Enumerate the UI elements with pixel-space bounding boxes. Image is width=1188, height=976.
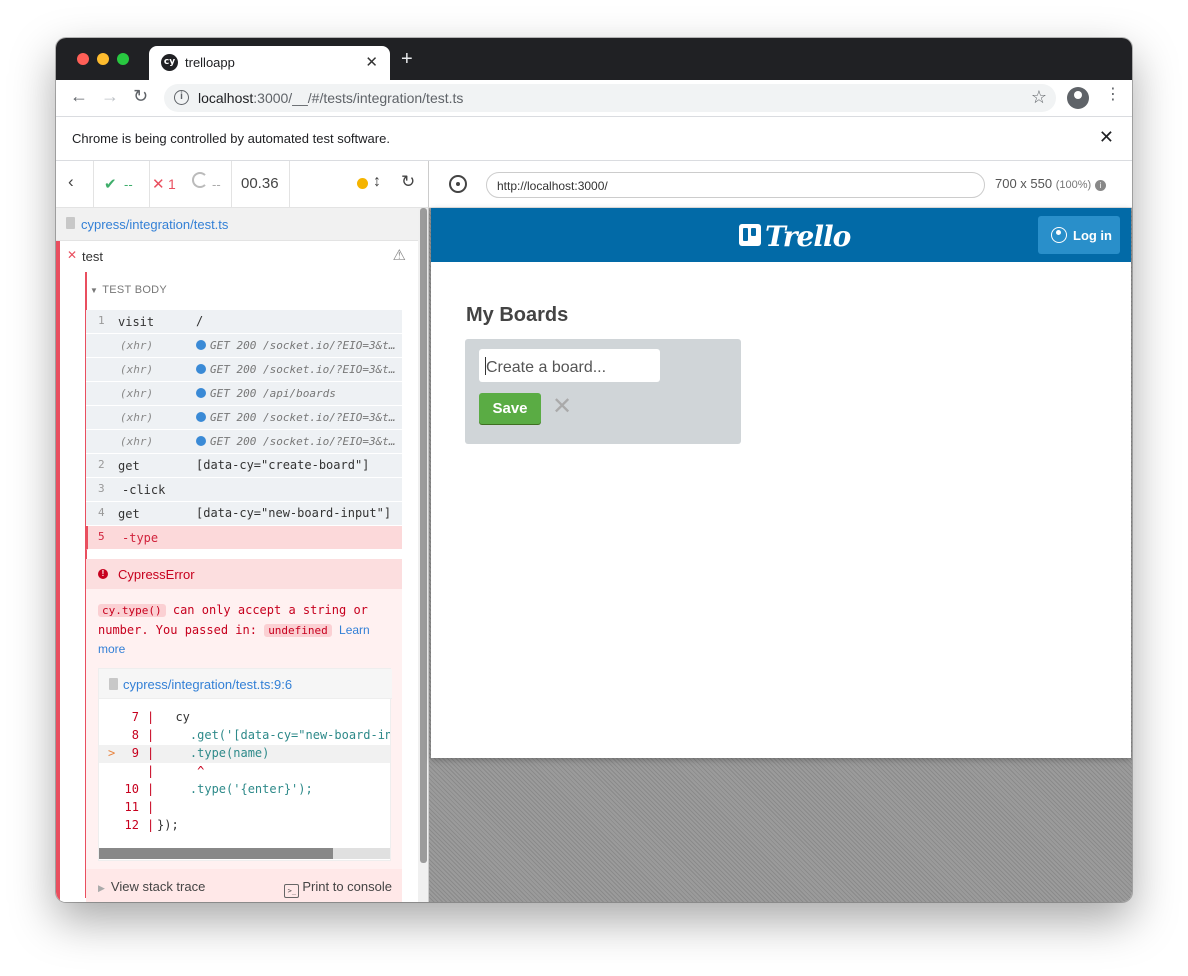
viewport-size: 700 x 550 (100%) i <box>995 176 1106 191</box>
error-footer: ▶ View stack trace >_ Print to console <box>86 869 402 902</box>
code-line: 11 | <box>124 800 155 814</box>
user-circle-icon <box>1051 227 1067 243</box>
page-title: My Boards <box>466 304 569 326</box>
check-icon: ✔ <box>104 176 117 193</box>
view-stack-trace-button[interactable]: ▶ View stack trace <box>98 879 205 894</box>
zoom-window-button[interactable] <box>117 53 129 65</box>
tab-close-icon[interactable]: ✕ <box>365 53 378 71</box>
logo-text: Trello <box>765 220 851 253</box>
aut-url-field[interactable]: http://localhost:3000/ <box>486 172 985 198</box>
command-row[interactable]: 2 get [data-cy="create-board"] <box>86 454 402 478</box>
test-body-label[interactable]: ▼ TEST BODY <box>90 284 167 296</box>
fail-x-icon: ✕ <box>152 176 165 193</box>
close-icon[interactable]: ✕ <box>1099 127 1114 148</box>
app-header: Trello Log in <box>431 208 1131 262</box>
aut-viewport: Trello Log in My Boards Create a board..… <box>429 208 1132 902</box>
minimize-window-button[interactable] <box>97 53 109 65</box>
aut-header: http://localhost:3000/ 700 x 550 (100%) … <box>429 161 1132 208</box>
cypress-favicon-icon: cy <box>161 54 178 71</box>
back-arrow-icon[interactable]: ← <box>70 86 88 107</box>
terminal-icon: >_ <box>284 884 300 898</box>
error-panel: ! CypressError cy.type() can only accept… <box>86 559 402 902</box>
command-row[interactable]: 3 -click <box>86 478 402 502</box>
reporter-controls: ↕ ↻ <box>290 161 429 207</box>
code-frame-header[interactable]: cypress/integration/test.ts:9:6 <box>99 669 392 699</box>
address-bar[interactable]: i localhost:3000/__/#/tests/integration/… <box>164 84 1056 112</box>
test-body: ▼ TEST BODY 1 visit / (xhr) GET 200 /socket.… <box>56 272 418 902</box>
trello-app: Trello Log in My Boards Create a board..… <box>431 208 1131 758</box>
error-header: ! CypressError <box>86 559 402 589</box>
spec-file-header[interactable]: cypress/integration/test.ts <box>56 208 418 241</box>
reporter-header: ‹ ✔ -- ✕ 1 -- 00.36 ↕ ↻ <box>56 161 429 208</box>
code-frame: cypress/integration/test.ts:9:6 7 | cy 8 |… <box>98 668 392 861</box>
command-row-failed[interactable]: 5 -type <box>86 526 402 550</box>
rerun-icon[interactable]: ↻ <box>401 172 415 192</box>
star-icon[interactable]: ☆ <box>1031 87 1047 108</box>
command-row[interactable]: (xhr)GET 200 /socket.io/?EIO=3&transport… <box>86 430 402 454</box>
fail-x-icon: ✕ <box>67 248 78 262</box>
crosshair-icon[interactable] <box>449 175 467 193</box>
profile-icon[interactable] <box>1067 87 1089 109</box>
reload-icon[interactable]: ↻ <box>133 86 148 107</box>
error-title: CypressError <box>118 567 195 582</box>
error-message: cy.type() can only accept a string or nu… <box>98 603 370 656</box>
command-row[interactable]: 1 visit / <box>86 310 402 334</box>
address-url: localhost:3000/__/#/tests/integration/te… <box>198 90 464 106</box>
reporter-scroll-thumb[interactable] <box>420 208 427 863</box>
code-line: 8| .get('[data-cy="new-board-input"]') <box>131 728 390 742</box>
automation-infobar: Chrome is being controlled by automated … <box>56 117 1132 161</box>
browser-tab[interactable]: cy trelloapp ✕ <box>149 46 390 80</box>
running-indicator <box>357 178 368 189</box>
code-line: | ^ <box>147 764 205 778</box>
code-line: 7 | cy <box>131 710 190 724</box>
title-bar: cy trelloapp ✕ + <box>56 38 1132 80</box>
error-icon: ! <box>98 569 108 579</box>
file-icon <box>109 678 118 690</box>
code-line-highlighted: >9 | .type(name) <box>99 745 390 763</box>
passed-count: ✔ -- <box>94 161 150 207</box>
back-to-specs-button[interactable]: ‹ <box>56 161 94 207</box>
chevron-left-icon: ‹ <box>68 172 74 191</box>
command-row[interactable]: (xhr)GET 200 /socket.io/?EIO=3&transport… <box>86 334 402 358</box>
tab-title: trelloapp <box>185 55 235 70</box>
duration: 00.36 <box>232 161 290 207</box>
scroll-toggle-icon[interactable]: ↕ <box>373 173 381 191</box>
cancel-close-icon[interactable]: ✕ <box>552 392 572 421</box>
infobar-text: Chrome is being controlled by automated … <box>72 131 390 146</box>
info-icon[interactable]: i <box>1094 180 1106 191</box>
info-icon[interactable]: i <box>174 90 189 105</box>
menu-icon[interactable]: ⋮ <box>1105 87 1121 103</box>
file-icon <box>66 217 75 229</box>
test-title: test <box>82 249 103 264</box>
code-frame-scroll-thumb[interactable] <box>99 848 333 859</box>
forward-arrow-icon[interactable]: → <box>101 86 119 107</box>
command-row[interactable]: (xhr)GET 200 /socket.io/?EIO=3&transport… <box>86 406 402 430</box>
reporter-panel: cypress/integration/test.ts ✕ test ⚠ ▼ TE… <box>56 208 429 902</box>
code-line: 12 |}); <box>124 818 179 832</box>
new-tab-icon[interactable]: + <box>401 48 413 71</box>
code-frame-file: cypress/integration/test.ts:9:6 <box>123 677 293 692</box>
browser-window: cy trelloapp ✕ + ← → ↻ i localhost:3000/… <box>56 38 1132 902</box>
save-button[interactable]: Save <box>479 393 541 424</box>
pending-count: -- <box>190 161 232 207</box>
print-to-console-button[interactable]: >_ Print to console <box>284 879 392 898</box>
command-row[interactable]: (xhr)GET 200 /socket.io/?EIO=3&transport… <box>86 358 402 382</box>
create-board-card: Create a board... Save ✕ <box>465 339 741 444</box>
pending-spinner-icon <box>192 172 208 188</box>
spec-file-path: cypress/integration/test.ts <box>81 217 229 232</box>
login-button[interactable]: Log in <box>1038 216 1120 254</box>
test-item[interactable]: ✕ test ⚠ <box>56 241 418 272</box>
warning-icon: ⚠ <box>392 247 406 264</box>
command-row[interactable]: 4 get [data-cy="new-board-input"] <box>86 502 402 526</box>
new-board-input[interactable]: Create a board... <box>479 349 660 382</box>
trello-board-icon <box>739 224 761 246</box>
code-frame-scrollbar[interactable] <box>99 848 390 859</box>
reporter-scrollbar[interactable] <box>418 208 428 902</box>
close-window-button[interactable] <box>77 53 89 65</box>
code-line: 10 | .type('{enter}'); <box>124 782 313 796</box>
failed-count: ✕ 1 <box>152 176 176 193</box>
browser-toolbar: ← → ↻ i localhost:3000/__/#/tests/integr… <box>56 80 1132 117</box>
command-row[interactable]: (xhr) GET 200 /api/boards <box>86 382 402 406</box>
